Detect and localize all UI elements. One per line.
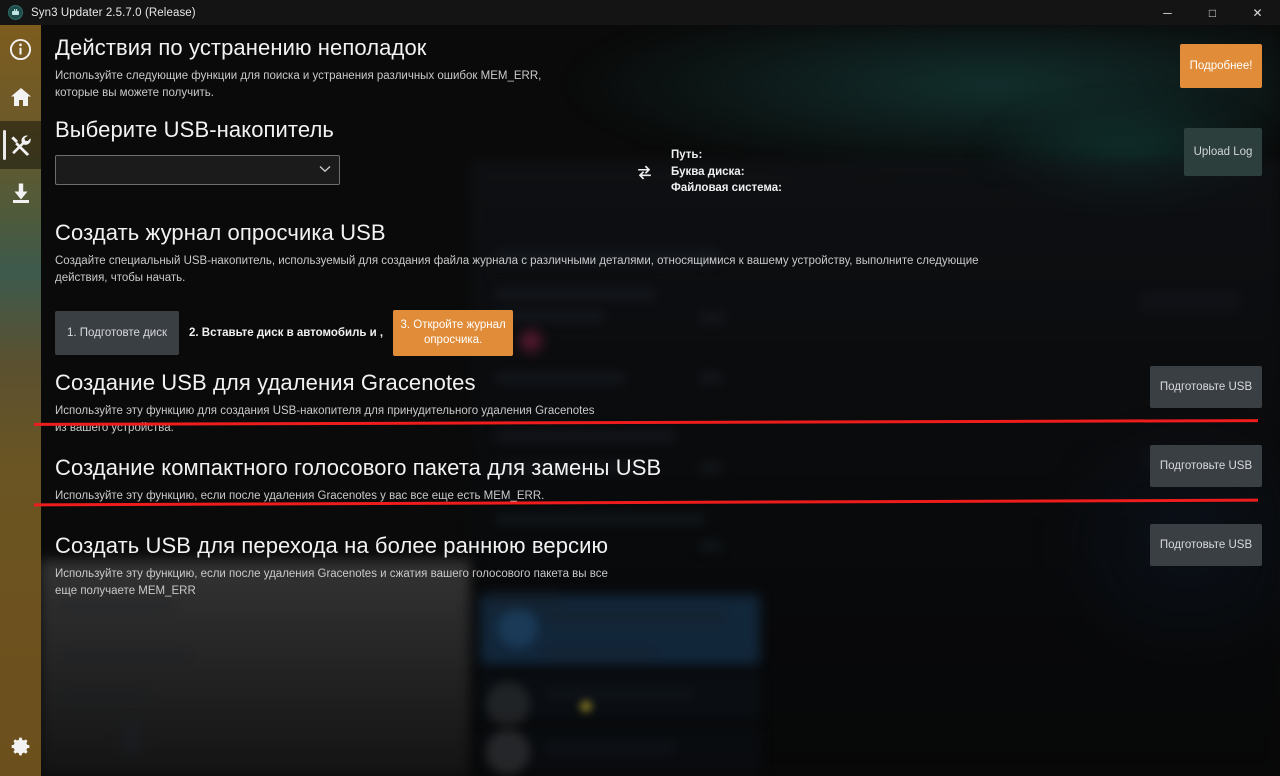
page-description: Используйте следующие функции для поиска… [55, 70, 542, 99]
sidebar-item-home[interactable] [0, 73, 41, 121]
page-title: Действия по устранению неполадок [55, 35, 427, 60]
gracenotes-title: Создание USB для удаления Gracenotes [55, 370, 476, 395]
close-button[interactable]: ✕ [1235, 0, 1280, 25]
maximize-button[interactable]: □ [1190, 0, 1235, 25]
refresh-drives-button[interactable] [635, 163, 654, 187]
file-system-row: Файловая система: [671, 180, 782, 197]
gracenotes-description: Используйте эту функцию для создания USB… [55, 405, 595, 434]
sidebar-item-utilities[interactable] [0, 121, 41, 169]
window-title: Syn3 Updater 2.5.7.0 (Release) [31, 6, 196, 19]
gracenotes-prepare-usb-button[interactable]: Подготовьте USB [1150, 366, 1262, 408]
usb-logger-title: Создать журнал опросчика USB [55, 220, 386, 245]
drive-path-label: Путь: [671, 149, 703, 161]
drive-letter-label: Буква диска: [671, 165, 745, 178]
upload-log-button[interactable]: Upload Log [1184, 128, 1262, 176]
more-info-button[interactable]: Подробнее! [1180, 44, 1262, 88]
sidebar-item-settings[interactable] [0, 722, 41, 770]
usb-logger-description: Создайте специальный USB-накопитель, исп… [55, 255, 979, 284]
app-icon [8, 5, 23, 20]
title-bar: Syn3 Updater 2.5.7.0 (Release) ─ □ ✕ [0, 0, 1280, 25]
minimize-button[interactable]: ─ [1145, 0, 1190, 25]
voice-package-prepare-usb-button[interactable]: Подготовьте USB [1150, 445, 1262, 487]
gear-icon [9, 735, 32, 758]
page-header: Действия по устранению неполадок Использ… [55, 35, 655, 101]
drive-info: Путь: Буква диска: Файловая система: [671, 147, 782, 197]
open-logger-button[interactable]: 3. Откройте журнал опросчика. [393, 310, 514, 356]
downgrade-section: Создать USB для перехода на более раннюю… [55, 533, 755, 599]
home-icon [9, 85, 33, 109]
tools-icon [8, 133, 33, 158]
downgrade-description: Используйте эту функцию, если после удал… [55, 568, 608, 597]
voice-package-title: Создание компактного голосового пакета д… [55, 455, 662, 480]
window-controls: ─ □ ✕ [1145, 0, 1280, 25]
voice-package-section: Создание компактного голосового пакета д… [55, 455, 755, 505]
drive-letter-row: Буква диска: [671, 164, 782, 181]
usb-select-title: Выберите USB-накопитель [55, 117, 334, 142]
chevron-down-icon [319, 165, 331, 176]
usb-logger-steps: 1. Подготовте диск 2. Вставьте диск в ав… [55, 310, 514, 356]
info-icon [9, 38, 32, 61]
usb-logger-section: Создать журнал опросчика USB Создайте сп… [55, 220, 1015, 286]
sidebar-item-info[interactable] [0, 25, 41, 73]
application-window: Syn3 Updater 2.5.7.0 (Release) ─ □ ✕ Дей… [0, 0, 1280, 776]
sidebar [0, 25, 41, 776]
main-content: Действия по устранению неполадок Использ… [41, 25, 1280, 776]
file-system-label: Файловая система: [671, 182, 782, 195]
prepare-disk-button[interactable]: 1. Подготовте диск [55, 311, 179, 355]
usb-select-section: Выберите USB-накопитель [55, 117, 615, 185]
usb-drive-dropdown[interactable] [55, 155, 340, 185]
gracenotes-section: Создание USB для удаления Gracenotes Исп… [55, 370, 755, 436]
downgrade-prepare-usb-button[interactable]: Подготовьте USB [1150, 524, 1262, 566]
insert-disk-step-text: 2. Вставьте диск в автомобиль и , [189, 327, 384, 339]
sidebar-item-downloads[interactable] [0, 169, 41, 217]
download-icon [9, 181, 33, 205]
downgrade-title: Создать USB для перехода на более раннюю… [55, 533, 609, 558]
drive-path-row: Путь: [671, 147, 782, 164]
